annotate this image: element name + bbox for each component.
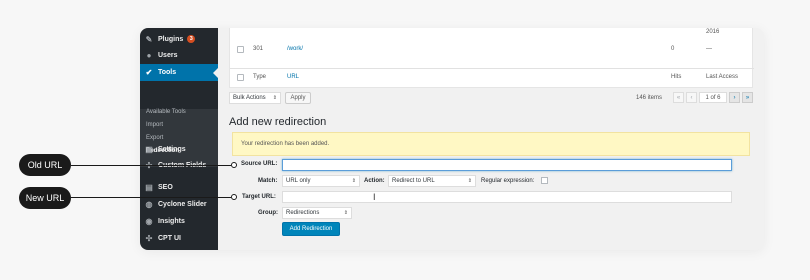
sidebar-item-label: Cyclone Slider xyxy=(158,200,207,208)
column-header-hits[interactable]: Hits xyxy=(671,74,681,80)
sidebar-item-label: Users xyxy=(158,51,178,59)
wp-admin-window: ✎ Plugins 3 ● Users ✔ Tools Available To… xyxy=(140,28,764,250)
select-caret-icon: ⇕ xyxy=(467,178,472,184)
prev-page-button[interactable]: ‹ xyxy=(686,92,697,103)
sidebar-item-seo[interactable]: ▤ SEO xyxy=(140,180,218,194)
sidebar-item-users[interactable]: ● Users xyxy=(140,48,218,62)
items-count: 146 items xyxy=(636,95,663,101)
sidebar-item-label: Plugins xyxy=(158,35,184,43)
new-url-connector-dot xyxy=(231,194,237,200)
target-url-label: Target URL: xyxy=(242,194,276,200)
page-title: Add new redirection xyxy=(229,116,327,128)
redirections-table: 2016 301 /work/ 0 — Type URL Hits Last A… xyxy=(229,28,754,88)
row-checkbox[interactable] xyxy=(237,46,244,53)
source-url-label: Source URL: xyxy=(241,161,278,167)
seo-icon: ▤ xyxy=(145,182,153,192)
last-access-date: 2016 xyxy=(706,29,720,35)
slider-icon: ◍ xyxy=(145,199,153,209)
group-label: Group: xyxy=(258,210,278,216)
sidebar-item-label: CPT UI xyxy=(158,234,181,242)
column-header-url[interactable]: URL xyxy=(287,74,299,80)
text-cursor-icon: I xyxy=(373,192,376,202)
action-select[interactable]: Redirect to URL ⇕ xyxy=(388,175,476,187)
sidebar-item-label: SEO xyxy=(158,183,173,191)
row-type: 301 xyxy=(253,46,264,52)
submenu-item-import[interactable]: Import xyxy=(146,122,163,128)
bulk-actions-value: Bulk Actions xyxy=(233,95,266,101)
column-header-type[interactable]: Type xyxy=(253,74,266,80)
sidebar-item-cpt-ui[interactable]: ✣ CPT UI xyxy=(140,231,218,245)
regex-checkbox[interactable] xyxy=(541,177,548,184)
target-url-input[interactable] xyxy=(282,191,732,203)
select-caret-icon: ⇕ xyxy=(343,210,348,216)
cpt-icon: ✣ xyxy=(145,233,153,243)
sidebar-item-label: Settings xyxy=(158,145,186,153)
group-select[interactable]: Redirections ⇕ xyxy=(282,207,352,219)
first-page-button[interactable]: « xyxy=(673,92,684,103)
match-value: URL only xyxy=(286,178,311,184)
regex-label: Regular expression: xyxy=(481,178,535,184)
insights-icon: ◉ xyxy=(145,216,153,226)
old-url-callout: Old URL xyxy=(19,154,71,176)
match-select[interactable]: URL only ⇕ xyxy=(282,175,360,187)
sidebar-item-settings[interactable]: ▣ Settings xyxy=(140,142,218,156)
row-hits: 0 xyxy=(671,46,675,52)
match-label: Match: xyxy=(258,178,278,184)
submenu-item-available-tools[interactable]: Available Tools xyxy=(146,109,186,115)
row-url-link[interactable]: /work/ xyxy=(287,46,303,52)
group-value: Redirections xyxy=(286,210,320,216)
bulk-actions-select[interactable]: Bulk Actions ⇕ xyxy=(229,92,281,104)
wrench-icon: ✔ xyxy=(145,68,153,77)
update-count-badge: 3 xyxy=(187,35,196,43)
sidebar-item-label: Insights xyxy=(158,217,185,225)
action-value: Redirect to URL xyxy=(392,178,435,184)
sidebar-item-cyclone-slider[interactable]: ◍ Cyclone Slider xyxy=(140,197,218,211)
table-divider xyxy=(230,68,754,69)
plugin-icon: ✎ xyxy=(145,34,153,44)
action-label: Action: xyxy=(364,178,385,184)
old-url-connector xyxy=(71,165,231,166)
admin-sidebar: ✎ Plugins 3 ● Users ✔ Tools Available To… xyxy=(140,28,218,250)
apply-button[interactable]: Apply xyxy=(285,92,311,104)
notice-text: Your redirection has been added. xyxy=(241,141,330,147)
select-caret-icon: ⇕ xyxy=(272,95,277,101)
add-redirection-button[interactable]: Add Redirection xyxy=(282,222,340,236)
select-caret-icon: ⇕ xyxy=(351,178,356,184)
sidebar-item-plugins[interactable]: ✎ Plugins 3 xyxy=(140,32,218,46)
select-all-checkbox[interactable] xyxy=(237,74,244,81)
new-url-callout: New URL xyxy=(19,187,71,209)
old-url-connector-dot xyxy=(231,162,237,168)
users-icon: ● xyxy=(146,50,152,60)
main-content: 2016 301 /work/ 0 — Type URL Hits Last A… xyxy=(218,28,764,250)
sidebar-item-label: Tools xyxy=(158,69,177,76)
success-notice: Your redirection has been added. xyxy=(232,132,750,156)
next-page-button[interactable]: › xyxy=(729,92,740,103)
row-last-access: — xyxy=(706,46,712,52)
new-url-connector xyxy=(71,197,231,198)
settings-icon: ▣ xyxy=(145,144,153,154)
submenu-item-export[interactable]: Export xyxy=(146,135,163,141)
page-indicator[interactable]: 1 of 6 xyxy=(699,92,727,103)
column-header-last-access[interactable]: Last Access xyxy=(706,74,738,80)
source-url-input[interactable] xyxy=(282,159,732,171)
sidebar-item-tools[interactable]: ✔ Tools xyxy=(140,64,218,81)
last-page-button[interactable]: » xyxy=(742,92,753,103)
sidebar-item-insights[interactable]: ◉ Insights xyxy=(140,214,218,228)
